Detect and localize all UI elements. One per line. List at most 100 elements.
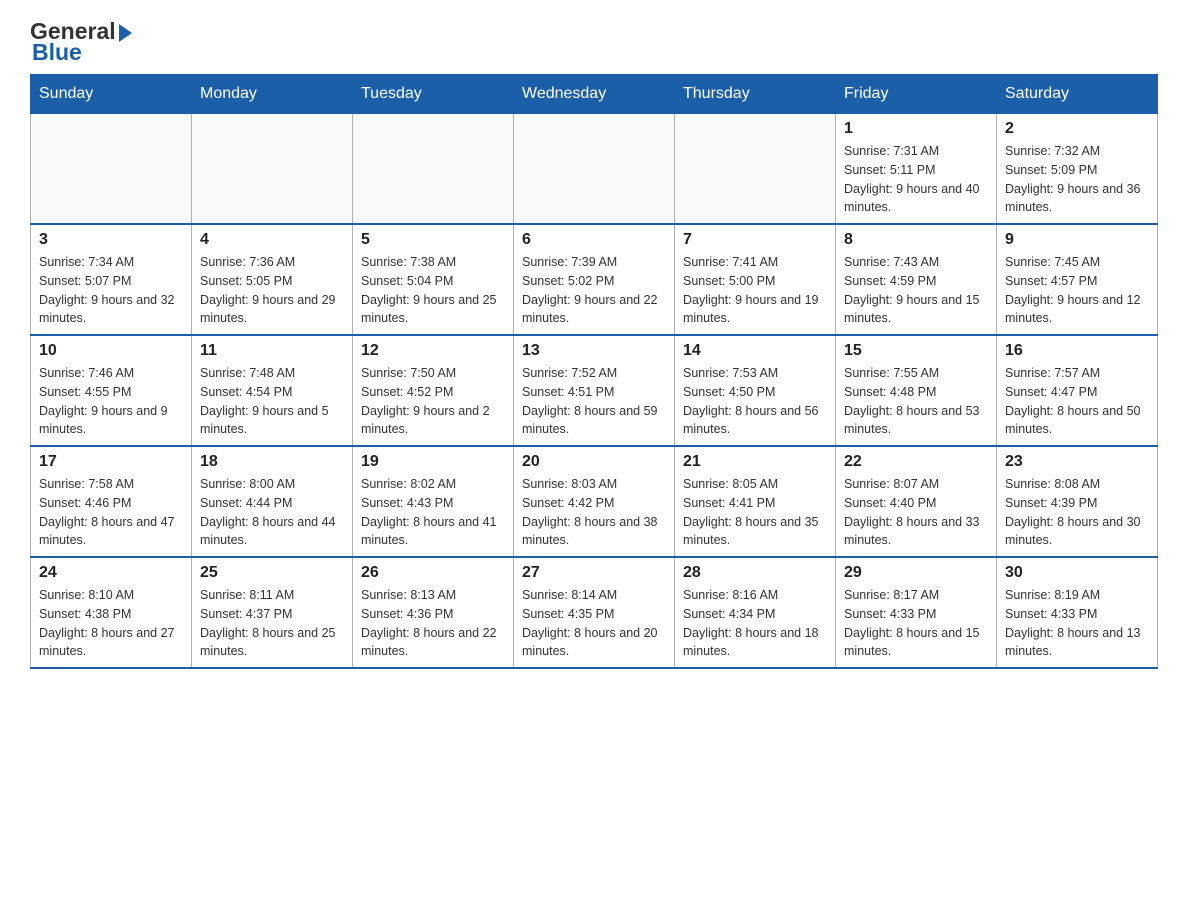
calendar-week-row: 24Sunrise: 8:10 AMSunset: 4:38 PMDayligh…	[31, 557, 1158, 668]
day-number: 8	[844, 231, 988, 249]
calendar-cell: 1Sunrise: 7:31 AMSunset: 5:11 PMDaylight…	[836, 114, 997, 225]
day-number: 11	[200, 342, 344, 360]
calendar-cell: 10 Sunrise: 7:46 AMSunset: 4:55 PMDayligh…	[31, 335, 192, 446]
day-info: Sunrise: 7:36 AMSunset: 5:05 PMDaylight:…	[200, 253, 344, 328]
calendar-cell: 22 Sunrise: 8:07 AMSunset: 4:40 PMDayligh…	[836, 446, 997, 557]
day-number: 16	[1005, 342, 1149, 360]
day-number: 26	[361, 564, 505, 582]
weekday-header-wednesday: Wednesday	[514, 75, 675, 114]
day-info: Sunrise: 7:39 AMSunset: 5:02 PMDaylight:…	[522, 253, 666, 328]
day-info: Sunrise: 7:45 AMSunset: 4:57 PMDaylight:…	[1005, 253, 1149, 328]
day-number: 3	[39, 231, 183, 249]
calendar-cell: 4Sunrise: 7:36 AMSunset: 5:05 PMDaylight…	[192, 224, 353, 335]
calendar-cell: 16 Sunrise: 7:57 AMSunset: 4:47 PMDayligh…	[997, 335, 1158, 446]
weekday-header-thursday: Thursday	[675, 75, 836, 114]
day-info: Sunrise: 8:14 AMSunset: 4:35 PMDaylight:…	[522, 586, 666, 661]
day-info: Sunrise: 7:58 AMSunset: 4:46 PMDaylight:…	[39, 475, 183, 550]
calendar-cell: 7 Sunrise: 7:41 AMSunset: 5:00 PMDaylight…	[675, 224, 836, 335]
weekday-header-row: SundayMondayTuesdayWednesdayThursdayFrid…	[31, 75, 1158, 114]
calendar-cell: 26 Sunrise: 8:13 AMSunset: 4:36 PMDayligh…	[353, 557, 514, 668]
day-info: Sunrise: 7:52 AMSunset: 4:51 PMDaylight:…	[522, 364, 666, 439]
calendar-cell: 21 Sunrise: 8:05 AMSunset: 4:41 PMDayligh…	[675, 446, 836, 557]
calendar-cell: 2 Sunrise: 7:32 AMSunset: 5:09 PMDaylight…	[997, 114, 1158, 225]
calendar-cell: 20 Sunrise: 8:03 AMSunset: 4:42 PMDayligh…	[514, 446, 675, 557]
day-info: Sunrise: 7:41 AMSunset: 5:00 PMDaylight:…	[683, 253, 827, 328]
day-number: 22	[844, 453, 988, 471]
calendar-cell: 27 Sunrise: 8:14 AMSunset: 4:35 PMDayligh…	[514, 557, 675, 668]
calendar-cell: 14 Sunrise: 7:53 AMSunset: 4:50 PMDayligh…	[675, 335, 836, 446]
calendar-cell	[192, 114, 353, 225]
day-info: Sunrise: 7:50 AMSunset: 4:52 PMDaylight:…	[361, 364, 505, 439]
day-info: Sunrise: 8:03 AMSunset: 4:42 PMDaylight:…	[522, 475, 666, 550]
day-number: 12	[361, 342, 505, 360]
day-info: Sunrise: 8:11 AMSunset: 4:37 PMDaylight:…	[200, 586, 344, 661]
calendar-cell: 12 Sunrise: 7:50 AMSunset: 4:52 PMDayligh…	[353, 335, 514, 446]
day-number: 23	[1005, 453, 1149, 471]
day-number: 20	[522, 453, 666, 471]
day-number: 27	[522, 564, 666, 582]
calendar-week-row: 1Sunrise: 7:31 AMSunset: 5:11 PMDaylight…	[31, 114, 1158, 225]
day-number: 9	[1005, 231, 1149, 249]
day-number: 19	[361, 453, 505, 471]
calendar-cell	[675, 114, 836, 225]
day-number: 21	[683, 453, 827, 471]
day-number: 28	[683, 564, 827, 582]
calendar-cell: 24Sunrise: 8:10 AMSunset: 4:38 PMDayligh…	[31, 557, 192, 668]
calendar-cell: 23 Sunrise: 8:08 AMSunset: 4:39 PMDayligh…	[997, 446, 1158, 557]
logo: General Blue	[30, 20, 132, 64]
weekday-header-tuesday: Tuesday	[353, 75, 514, 114]
day-number: 5	[361, 231, 505, 249]
day-number: 29	[844, 564, 988, 582]
day-number: 24	[39, 564, 183, 582]
day-info: Sunrise: 7:31 AMSunset: 5:11 PMDaylight:…	[844, 142, 988, 217]
day-info: Sunrise: 8:05 AMSunset: 4:41 PMDaylight:…	[683, 475, 827, 550]
calendar-week-row: 17Sunrise: 7:58 AMSunset: 4:46 PMDayligh…	[31, 446, 1158, 557]
day-info: Sunrise: 7:57 AMSunset: 4:47 PMDaylight:…	[1005, 364, 1149, 439]
calendar-table: SundayMondayTuesdayWednesdayThursdayFrid…	[30, 74, 1158, 669]
calendar-cell: 3 Sunrise: 7:34 AMSunset: 5:07 PMDaylight…	[31, 224, 192, 335]
weekday-header-saturday: Saturday	[997, 75, 1158, 114]
day-number: 2	[1005, 120, 1149, 138]
weekday-header-sunday: Sunday	[31, 75, 192, 114]
calendar-cell: 15Sunrise: 7:55 AMSunset: 4:48 PMDayligh…	[836, 335, 997, 446]
calendar-cell: 11 Sunrise: 7:48 AMSunset: 4:54 PMDayligh…	[192, 335, 353, 446]
day-info: Sunrise: 7:32 AMSunset: 5:09 PMDaylight:…	[1005, 142, 1149, 217]
calendar-week-row: 10 Sunrise: 7:46 AMSunset: 4:55 PMDayligh…	[31, 335, 1158, 446]
calendar-body: 1Sunrise: 7:31 AMSunset: 5:11 PMDaylight…	[31, 114, 1158, 669]
day-info: Sunrise: 7:38 AMSunset: 5:04 PMDaylight:…	[361, 253, 505, 328]
day-info: Sunrise: 8:07 AMSunset: 4:40 PMDaylight:…	[844, 475, 988, 550]
calendar-cell: 18 Sunrise: 8:00 AMSunset: 4:44 PMDayligh…	[192, 446, 353, 557]
calendar-cell: 6 Sunrise: 7:39 AMSunset: 5:02 PMDaylight…	[514, 224, 675, 335]
day-info: Sunrise: 8:13 AMSunset: 4:36 PMDaylight:…	[361, 586, 505, 661]
calendar-cell: 5 Sunrise: 7:38 AMSunset: 5:04 PMDaylight…	[353, 224, 514, 335]
calendar-cell: 13 Sunrise: 7:52 AMSunset: 4:51 PMDayligh…	[514, 335, 675, 446]
day-info: Sunrise: 7:46 AMSunset: 4:55 PMDaylight:…	[39, 364, 183, 439]
calendar-cell: 30 Sunrise: 8:19 AMSunset: 4:33 PMDayligh…	[997, 557, 1158, 668]
calendar-cell	[31, 114, 192, 225]
calendar-cell	[514, 114, 675, 225]
day-number: 6	[522, 231, 666, 249]
day-info: Sunrise: 8:19 AMSunset: 4:33 PMDaylight:…	[1005, 586, 1149, 661]
day-info: Sunrise: 8:08 AMSunset: 4:39 PMDaylight:…	[1005, 475, 1149, 550]
calendar-cell: 19 Sunrise: 8:02 AMSunset: 4:43 PMDayligh…	[353, 446, 514, 557]
day-number: 18	[200, 453, 344, 471]
calendar-cell: 25 Sunrise: 8:11 AMSunset: 4:37 PMDayligh…	[192, 557, 353, 668]
day-info: Sunrise: 7:53 AMSunset: 4:50 PMDaylight:…	[683, 364, 827, 439]
day-number: 10	[39, 342, 183, 360]
calendar-week-row: 3 Sunrise: 7:34 AMSunset: 5:07 PMDaylight…	[31, 224, 1158, 335]
calendar-cell: 8 Sunrise: 7:43 AMSunset: 4:59 PMDaylight…	[836, 224, 997, 335]
day-number: 30	[1005, 564, 1149, 582]
day-info: Sunrise: 8:00 AMSunset: 4:44 PMDaylight:…	[200, 475, 344, 550]
day-number: 15	[844, 342, 988, 360]
day-info: Sunrise: 7:43 AMSunset: 4:59 PMDaylight:…	[844, 253, 988, 328]
calendar-cell: 9 Sunrise: 7:45 AMSunset: 4:57 PMDaylight…	[997, 224, 1158, 335]
day-number: 7	[683, 231, 827, 249]
calendar-cell: 28Sunrise: 8:16 AMSunset: 4:34 PMDayligh…	[675, 557, 836, 668]
day-info: Sunrise: 7:48 AMSunset: 4:54 PMDaylight:…	[200, 364, 344, 439]
day-number: 14	[683, 342, 827, 360]
day-number: 13	[522, 342, 666, 360]
day-number: 25	[200, 564, 344, 582]
day-info: Sunrise: 7:34 AMSunset: 5:07 PMDaylight:…	[39, 253, 183, 328]
weekday-header-friday: Friday	[836, 75, 997, 114]
day-info: Sunrise: 8:02 AMSunset: 4:43 PMDaylight:…	[361, 475, 505, 550]
